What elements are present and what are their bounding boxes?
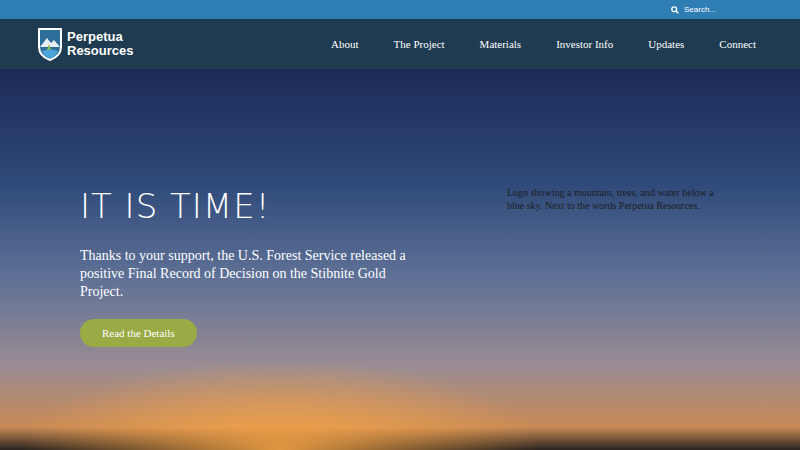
page: Search... Perpetua Resources About The Pr… [0, 0, 800, 450]
logo-text[interactable]: Perpetua Resources [67, 30, 133, 57]
nav-item[interactable]: Updates [648, 38, 684, 50]
shield-logo-icon[interactable] [37, 27, 63, 61]
hero-heading: IT IS TIME! [80, 186, 270, 227]
top-bar: Search... [0, 0, 800, 19]
nav-item[interactable]: The Project [394, 38, 445, 50]
search-placeholder[interactable]: Search... [684, 5, 716, 14]
hero-content: IT IS TIME! Thanks to your support, the … [80, 186, 507, 347]
nav-item[interactable]: Materials [480, 38, 522, 50]
logo[interactable]: Perpetua Resources [37, 27, 133, 61]
image-alt-text: Logo showing a mountain, trees, and wate… [507, 186, 719, 212]
search-field[interactable]: Search... [671, 5, 716, 14]
nav-bar: Perpetua Resources About The Project Mater… [0, 19, 800, 69]
nav-item[interactable]: Connect [719, 38, 756, 50]
hero-banner: IT IS TIME! Thanks to your support, the … [0, 69, 800, 450]
hero-text: Thanks to your support, the U.S. Forest … [80, 247, 425, 302]
nav-item[interactable]: About [331, 38, 359, 50]
nav-item[interactable]: Investor Info [556, 38, 613, 50]
main-nav: About The Project Materials Investor Info Up… [331, 38, 756, 50]
read-details-button[interactable]: Read the Details [80, 319, 197, 347]
search-icon[interactable] [671, 6, 679, 14]
